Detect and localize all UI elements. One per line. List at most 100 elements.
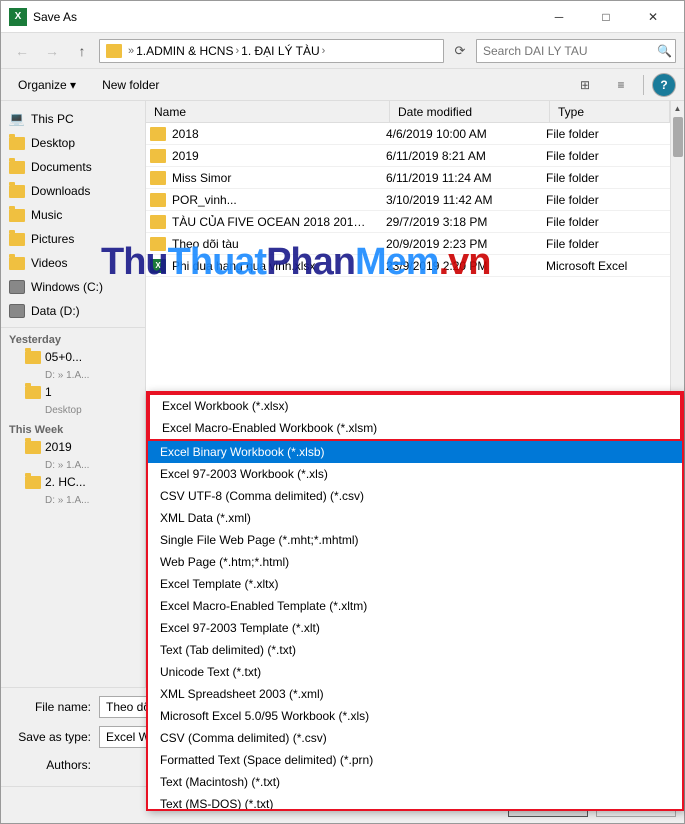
file-date: 29/7/2019 3:18 PM	[386, 215, 546, 229]
navigation-toolbar: ← → ↑ » 1.ADMIN & HCNS › 1. ĐẠI LÝ TÀU ›…	[1, 33, 684, 69]
new-folder-button[interactable]: New folder	[93, 73, 168, 97]
dropdown-item-17[interactable]: Text (Macintosh) (*.txt)	[148, 771, 682, 793]
sidebar-label-windows-c: Windows (C:)	[31, 280, 103, 294]
dropdown-item-15[interactable]: CSV (Comma delimited) (*.csv)	[148, 727, 682, 749]
recent-item-sub: D: » 1.A...	[45, 370, 89, 381]
dropdown-item-1[interactable]: Excel Macro-Enabled Workbook (*.xlsm)	[150, 417, 680, 439]
recent-section-yesterday: Yesterday	[1, 332, 145, 348]
sidebar-item-documents[interactable]: Documents	[1, 155, 145, 179]
sidebar-item-videos[interactable]: Videos	[1, 251, 145, 275]
excel-icon: X	[150, 259, 166, 273]
search-container: 🔍	[476, 39, 676, 63]
back-button[interactable]: ←	[9, 39, 35, 63]
dropdown-item-7[interactable]: Web Page (*.htm;*.html)	[148, 551, 682, 573]
app-icon: X	[9, 8, 27, 26]
dropdown-item-9[interactable]: Excel Macro-Enabled Template (*.xltm)	[148, 595, 682, 617]
recent-item-sub: D: » 1.A...	[45, 460, 89, 471]
dropdown-item-0[interactable]: Excel Workbook (*.xlsx)	[150, 395, 680, 417]
folder-icon	[9, 183, 25, 199]
dropdown-item-18[interactable]: Text (MS-DOS) (*.txt)	[148, 793, 682, 811]
sidebar-item-pictures[interactable]: Pictures	[1, 227, 145, 251]
file-type: File folder	[546, 149, 666, 163]
dropdown-item-10[interactable]: Excel 97-2003 Template (*.xlt)	[148, 617, 682, 639]
sidebar-recent-item-0[interactable]: 05+0... D: » 1.A...	[1, 348, 145, 383]
dropdown-item-11[interactable]: Text (Tab delimited) (*.txt)	[148, 639, 682, 661]
sidebar-item-data-d[interactable]: Data (D:)	[1, 299, 145, 323]
scroll-up-arrow[interactable]: ▲	[671, 101, 685, 115]
sidebar-recent-item-1[interactable]: 1 Desktop	[1, 383, 145, 418]
organize-toolbar: Organize ▾ New folder ⊞ ≡ ?	[1, 69, 684, 101]
up-button[interactable]: ↑	[69, 39, 95, 63]
file-type: File folder	[546, 215, 666, 229]
dropdown-item-14[interactable]: Microsoft Excel 5.0/95 Workbook (*.xls)	[148, 705, 682, 727]
refresh-button[interactable]: ⟳	[448, 39, 472, 63]
folder-icon	[150, 193, 166, 207]
table-row[interactable]: X Phi dua hang qua vinh.xlsx 23/9/2019 2…	[146, 255, 670, 277]
sidebar: 💻 This PC Desktop Documents D	[1, 101, 146, 687]
saveastype-dropdown[interactable]: Excel Workbook (*.xlsx) Excel Macro-Enab…	[146, 391, 684, 811]
table-row[interactable]: Miss Simor 6/11/2019 11:24 AM File folde…	[146, 167, 670, 189]
table-row[interactable]: TÀU CỦA FIVE OCEAN 2018 2019 FDA & ... 2…	[146, 211, 670, 233]
file-name: 2018	[172, 127, 199, 141]
hdd-icon	[9, 303, 25, 319]
file-date: 23/9/2019 2:20 PM	[386, 259, 546, 273]
search-icon[interactable]: 🔍	[657, 44, 672, 58]
file-date: 20/9/2019 2:23 PM	[386, 237, 546, 251]
computer-icon: 💻	[9, 111, 25, 127]
table-row[interactable]: 2018 4/6/2019 10:00 AM File folder	[146, 123, 670, 145]
sidebar-label-videos: Videos	[31, 256, 67, 270]
dropdown-item-12[interactable]: Unicode Text (*.txt)	[148, 661, 682, 683]
table-row[interactable]: Theo dõi tàu 20/9/2019 2:23 PM File fold…	[146, 233, 670, 255]
dropdown-item-5[interactable]: XML Data (*.xml)	[148, 507, 682, 529]
dropdown-item-13[interactable]: XML Spreadsheet 2003 (*.xml)	[148, 683, 682, 705]
file-name-cell: TÀU CỦA FIVE OCEAN 2018 2019 FDA & ...	[150, 215, 386, 229]
breadcrumb-separator-3: ›	[322, 45, 326, 57]
sidebar-recent-item-2[interactable]: 2019 D: » 1.A...	[1, 438, 145, 473]
sidebar-recent-item-3[interactable]: 2. HC... D: » 1.A...	[1, 473, 145, 508]
view-button-grid[interactable]: ⊞	[571, 73, 599, 97]
dropdown-item-16[interactable]: Formatted Text (Space delimited) (*.prn)	[148, 749, 682, 771]
breadcrumb[interactable]: » 1.ADMIN & HCNS › 1. ĐẠI LÝ TÀU ›	[99, 39, 444, 63]
sidebar-item-music[interactable]: Music	[1, 203, 145, 227]
view-button-list[interactable]: ≡	[607, 73, 635, 97]
sidebar-label-documents: Documents	[31, 160, 92, 174]
close-button[interactable]: ✕	[630, 1, 676, 33]
sidebar-item-windows-c[interactable]: Windows (C:)	[1, 275, 145, 299]
organize-button[interactable]: Organize ▾	[9, 73, 85, 97]
help-button[interactable]: ?	[652, 73, 676, 97]
dropdown-item-8[interactable]: Excel Template (*.xltx)	[148, 573, 682, 595]
dialog-title: Save As	[33, 10, 536, 24]
file-date: 3/10/2019 11:42 AM	[386, 193, 546, 207]
recent-item-label: 1	[45, 385, 52, 399]
file-type: File folder	[546, 193, 666, 207]
col-header-date[interactable]: Date modified	[390, 101, 550, 122]
dropdown-item-4[interactable]: CSV UTF-8 (Comma delimited) (*.csv)	[148, 485, 682, 507]
folder-icon	[150, 127, 166, 141]
saveastype-label: Save as type:	[9, 730, 99, 744]
folder-icon	[150, 237, 166, 251]
folder-icon	[9, 231, 25, 247]
recent-item-label: 2. HC...	[45, 475, 86, 489]
sidebar-item-thispc[interactable]: 💻 This PC	[1, 107, 145, 131]
dropdown-item-2[interactable]: Excel Binary Workbook (*.xlsb)	[148, 441, 682, 463]
breadcrumb-path-2: 1. ĐẠI LÝ TÀU	[241, 44, 319, 58]
file-name: POR_vinh...	[172, 193, 237, 207]
minimize-button[interactable]: ─	[536, 1, 582, 33]
table-row[interactable]: 2019 6/11/2019 8:21 AM File folder	[146, 145, 670, 167]
col-header-name[interactable]: Name	[146, 101, 390, 122]
sidebar-item-desktop[interactable]: Desktop	[1, 131, 145, 155]
authors-label: Authors:	[9, 758, 99, 772]
forward-button[interactable]: →	[39, 39, 65, 63]
table-row[interactable]: POR_vinh... 3/10/2019 11:42 AM File fold…	[146, 189, 670, 211]
folder-icon	[9, 207, 25, 223]
hdd-icon	[9, 279, 25, 295]
sidebar-item-downloads[interactable]: Downloads	[1, 179, 145, 203]
dropdown-item-6[interactable]: Single File Web Page (*.mht;*.mhtml)	[148, 529, 682, 551]
file-date: 6/11/2019 11:24 AM	[386, 171, 546, 185]
scroll-thumb[interactable]	[673, 117, 683, 157]
maximize-button[interactable]: □	[583, 1, 629, 33]
col-header-type[interactable]: Type	[550, 101, 670, 122]
breadcrumb-separator: »	[128, 45, 134, 57]
dropdown-item-3[interactable]: Excel 97-2003 Workbook (*.xls)	[148, 463, 682, 485]
search-input[interactable]	[476, 39, 676, 63]
